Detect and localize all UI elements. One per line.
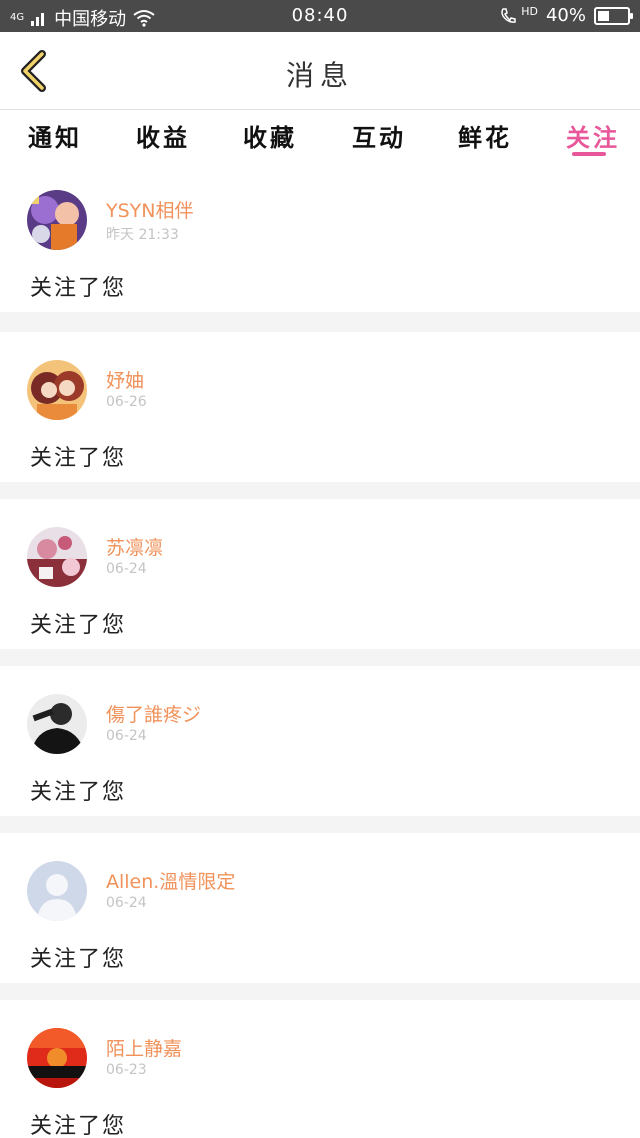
hd-indicator: HD: [521, 5, 538, 18]
list-item[interactable]: 傷了誰疼ジ 06-24 关注了您: [0, 666, 640, 816]
tab-notify[interactable]: 通知: [28, 118, 82, 153]
tab-bar: 通知 收益 收藏 互动 鲜花 关注: [0, 110, 640, 162]
action-text: 关注了您: [30, 1114, 127, 1138]
list-item[interactable]: 苏凛凛 06-24 关注了您: [0, 499, 640, 649]
timestamp: 06-23: [106, 1062, 147, 1078]
timestamp: 06-24: [106, 561, 147, 577]
action-text: 关注了您: [30, 276, 127, 301]
active-tab-indicator: [572, 152, 606, 156]
avatar[interactable]: [27, 527, 87, 587]
tab-flowers[interactable]: 鲜花: [458, 118, 512, 153]
username[interactable]: 傷了誰疼ジ: [106, 700, 201, 727]
timestamp: 06-24: [106, 895, 147, 911]
avatar[interactable]: [27, 360, 87, 420]
status-bar: 4G 中国移动 08:40 HD 40%: [0, 0, 640, 32]
username[interactable]: 陌上静嘉: [106, 1034, 182, 1061]
tab-follows[interactable]: 关注: [566, 118, 620, 153]
list-item[interactable]: Allen.溫情限定 06-24 关注了您: [0, 833, 640, 983]
username[interactable]: 妤妯: [106, 366, 144, 393]
status-bar-right: HD 40%: [499, 5, 633, 26]
phone-hd-icon: [501, 7, 516, 23]
username[interactable]: Allen.溫情限定: [106, 867, 235, 894]
action-text: 关注了您: [30, 780, 127, 805]
battery-icon: [594, 6, 633, 25]
battery-percent: 40%: [545, 5, 586, 26]
nav-bar: 消息: [0, 32, 640, 110]
avatar[interactable]: [27, 694, 87, 754]
page-title: 消息: [285, 59, 354, 92]
username[interactable]: YSYN相伴: [106, 196, 194, 223]
avatar[interactable]: [27, 190, 87, 250]
tab-interactions[interactable]: 互动: [352, 118, 406, 153]
action-text: 关注了您: [30, 613, 127, 638]
timestamp: 06-24: [106, 728, 147, 744]
timestamp: 06-26: [106, 394, 147, 410]
avatar[interactable]: [27, 861, 87, 921]
tab-earnings[interactable]: 收益: [136, 118, 190, 153]
timestamp: 昨天 21:33: [106, 227, 179, 243]
avatar[interactable]: [27, 1028, 87, 1088]
list-item[interactable]: YSYN相伴 昨天 21:33 关注了您: [0, 162, 640, 312]
list-item[interactable]: 陌上静嘉 06-23 关注了您: [0, 1000, 640, 1138]
list-item[interactable]: 妤妯 06-26 关注了您: [0, 332, 640, 482]
tab-favorites[interactable]: 收藏: [243, 118, 297, 153]
action-text: 关注了您: [30, 446, 127, 471]
action-text: 关注了您: [30, 947, 127, 972]
username[interactable]: 苏凛凛: [106, 533, 163, 560]
